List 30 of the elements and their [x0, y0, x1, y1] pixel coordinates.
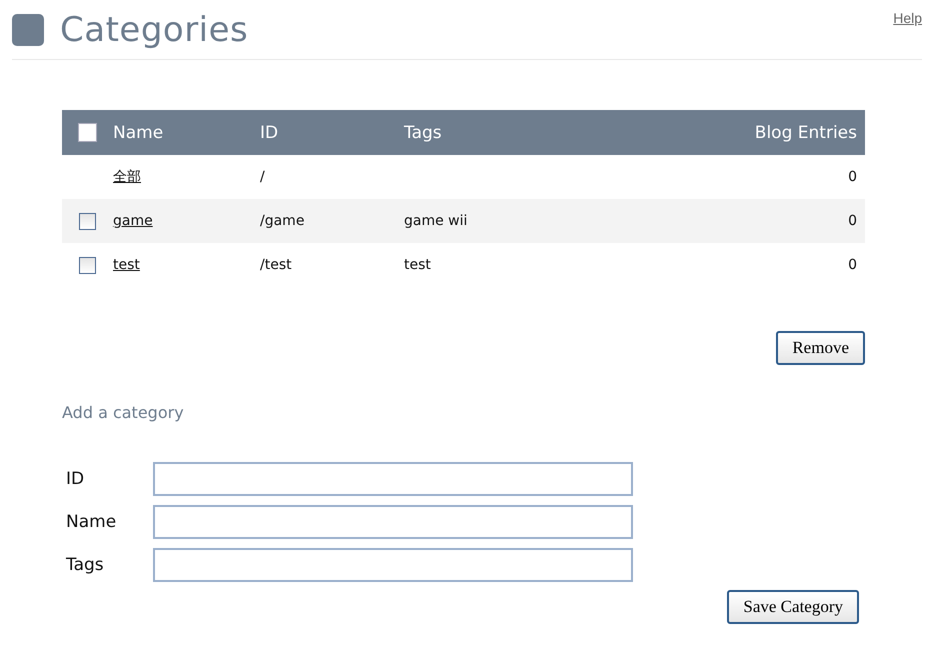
- section-heading: Add a category: [62, 403, 185, 422]
- table-cell: 0: [848, 213, 857, 229]
- field-label: ID: [65, 469, 86, 489]
- remove-button[interactable]: Remove: [776, 331, 865, 365]
- table-cell: game wii: [404, 213, 468, 229]
- table-cell: /game: [260, 213, 304, 229]
- select-all-checkbox[interactable]: [78, 123, 97, 142]
- column-header: Tags: [404, 122, 442, 142]
- table-cell: 0: [848, 257, 857, 273]
- category-link[interactable]: test: [113, 257, 140, 273]
- input-field[interactable]: [153, 505, 633, 539]
- category-link[interactable]: game: [113, 213, 153, 229]
- title-icon: [12, 14, 44, 46]
- save-button[interactable]: Save Category: [727, 590, 859, 624]
- field-label: Tags: [65, 555, 105, 575]
- page-title: Categories: [60, 10, 248, 50]
- row-checkbox[interactable]: [79, 212, 96, 230]
- column-header: Blog Entries: [754, 122, 857, 142]
- table-cell: 0: [848, 169, 857, 185]
- input-field[interactable]: [153, 462, 633, 496]
- category-link[interactable]: 全部: [113, 169, 141, 185]
- help-link[interactable]: Help: [893, 10, 922, 26]
- table-cell: /test: [260, 257, 292, 273]
- field-label: Name: [65, 512, 118, 532]
- column-header: ID: [260, 122, 278, 142]
- input-field[interactable]: [153, 548, 633, 582]
- table-cell: /: [260, 169, 265, 185]
- column-header: Name: [113, 122, 164, 142]
- table-cell: test: [404, 257, 431, 273]
- row-checkbox[interactable]: [79, 256, 96, 274]
